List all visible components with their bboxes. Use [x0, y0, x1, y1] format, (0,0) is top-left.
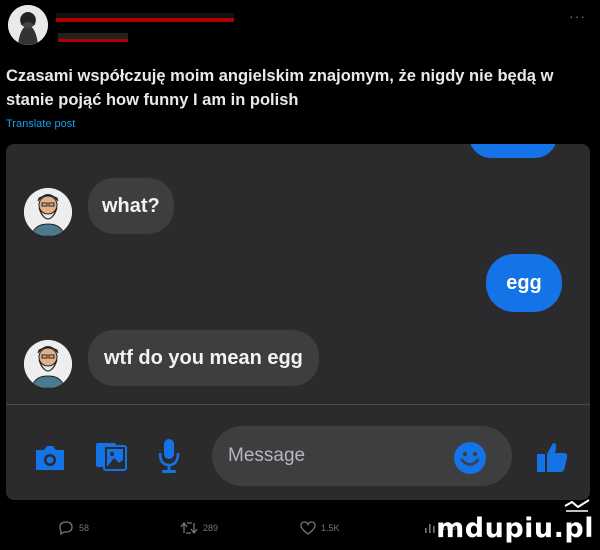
repost-icon	[180, 521, 198, 535]
chat-screenshot: what? egg wtf do you mean egg Message	[6, 144, 590, 500]
microphone-icon[interactable]	[152, 436, 186, 476]
message-text: what?	[102, 194, 160, 217]
author-avatar-image	[8, 5, 48, 45]
more-options-icon[interactable]: ···	[569, 8, 586, 24]
watermark: mdupiu.pl	[436, 513, 594, 544]
received-message-bubble[interactable]: what?	[88, 178, 174, 234]
message-text: wtf do you mean egg	[104, 346, 303, 369]
contact-avatar	[24, 340, 72, 388]
bearded-man-icon	[24, 340, 72, 388]
tweet-text: Czasami współczuję moim angielskim znajo…	[6, 67, 554, 109]
reply-count: 58	[79, 523, 90, 533]
watermark-logo-icon	[564, 499, 590, 512]
repost-count: 289	[203, 523, 219, 533]
views-icon	[425, 524, 435, 533]
contact-avatar	[24, 188, 72, 236]
repost-button[interactable]: 289	[180, 521, 218, 535]
like-count: 1.5K	[321, 523, 340, 533]
gallery-icon[interactable]	[92, 438, 132, 474]
received-message-bubble[interactable]: wtf do you mean egg	[88, 330, 319, 386]
previous-message-bubble	[469, 144, 557, 158]
redacted-author-handle	[58, 33, 128, 42]
heart-icon	[300, 521, 316, 535]
sent-message-bubble[interactable]: egg	[486, 254, 562, 312]
thumbs-up-icon[interactable]	[534, 438, 570, 476]
author-avatar[interactable]	[8, 5, 48, 45]
camera-icon[interactable]	[30, 440, 70, 476]
message-placeholder: Message	[228, 445, 306, 466]
reply-icon	[59, 521, 73, 535]
reply-button[interactable]: 58	[58, 521, 89, 535]
like-button[interactable]: 1.5K	[300, 521, 340, 535]
bearded-man-icon	[24, 188, 72, 236]
composer-divider	[6, 404, 590, 405]
message-text: egg	[506, 271, 542, 294]
emoji-icon[interactable]	[452, 440, 488, 476]
redacted-author-name	[56, 13, 234, 22]
translate-post-link[interactable]: Translate post	[6, 118, 75, 130]
